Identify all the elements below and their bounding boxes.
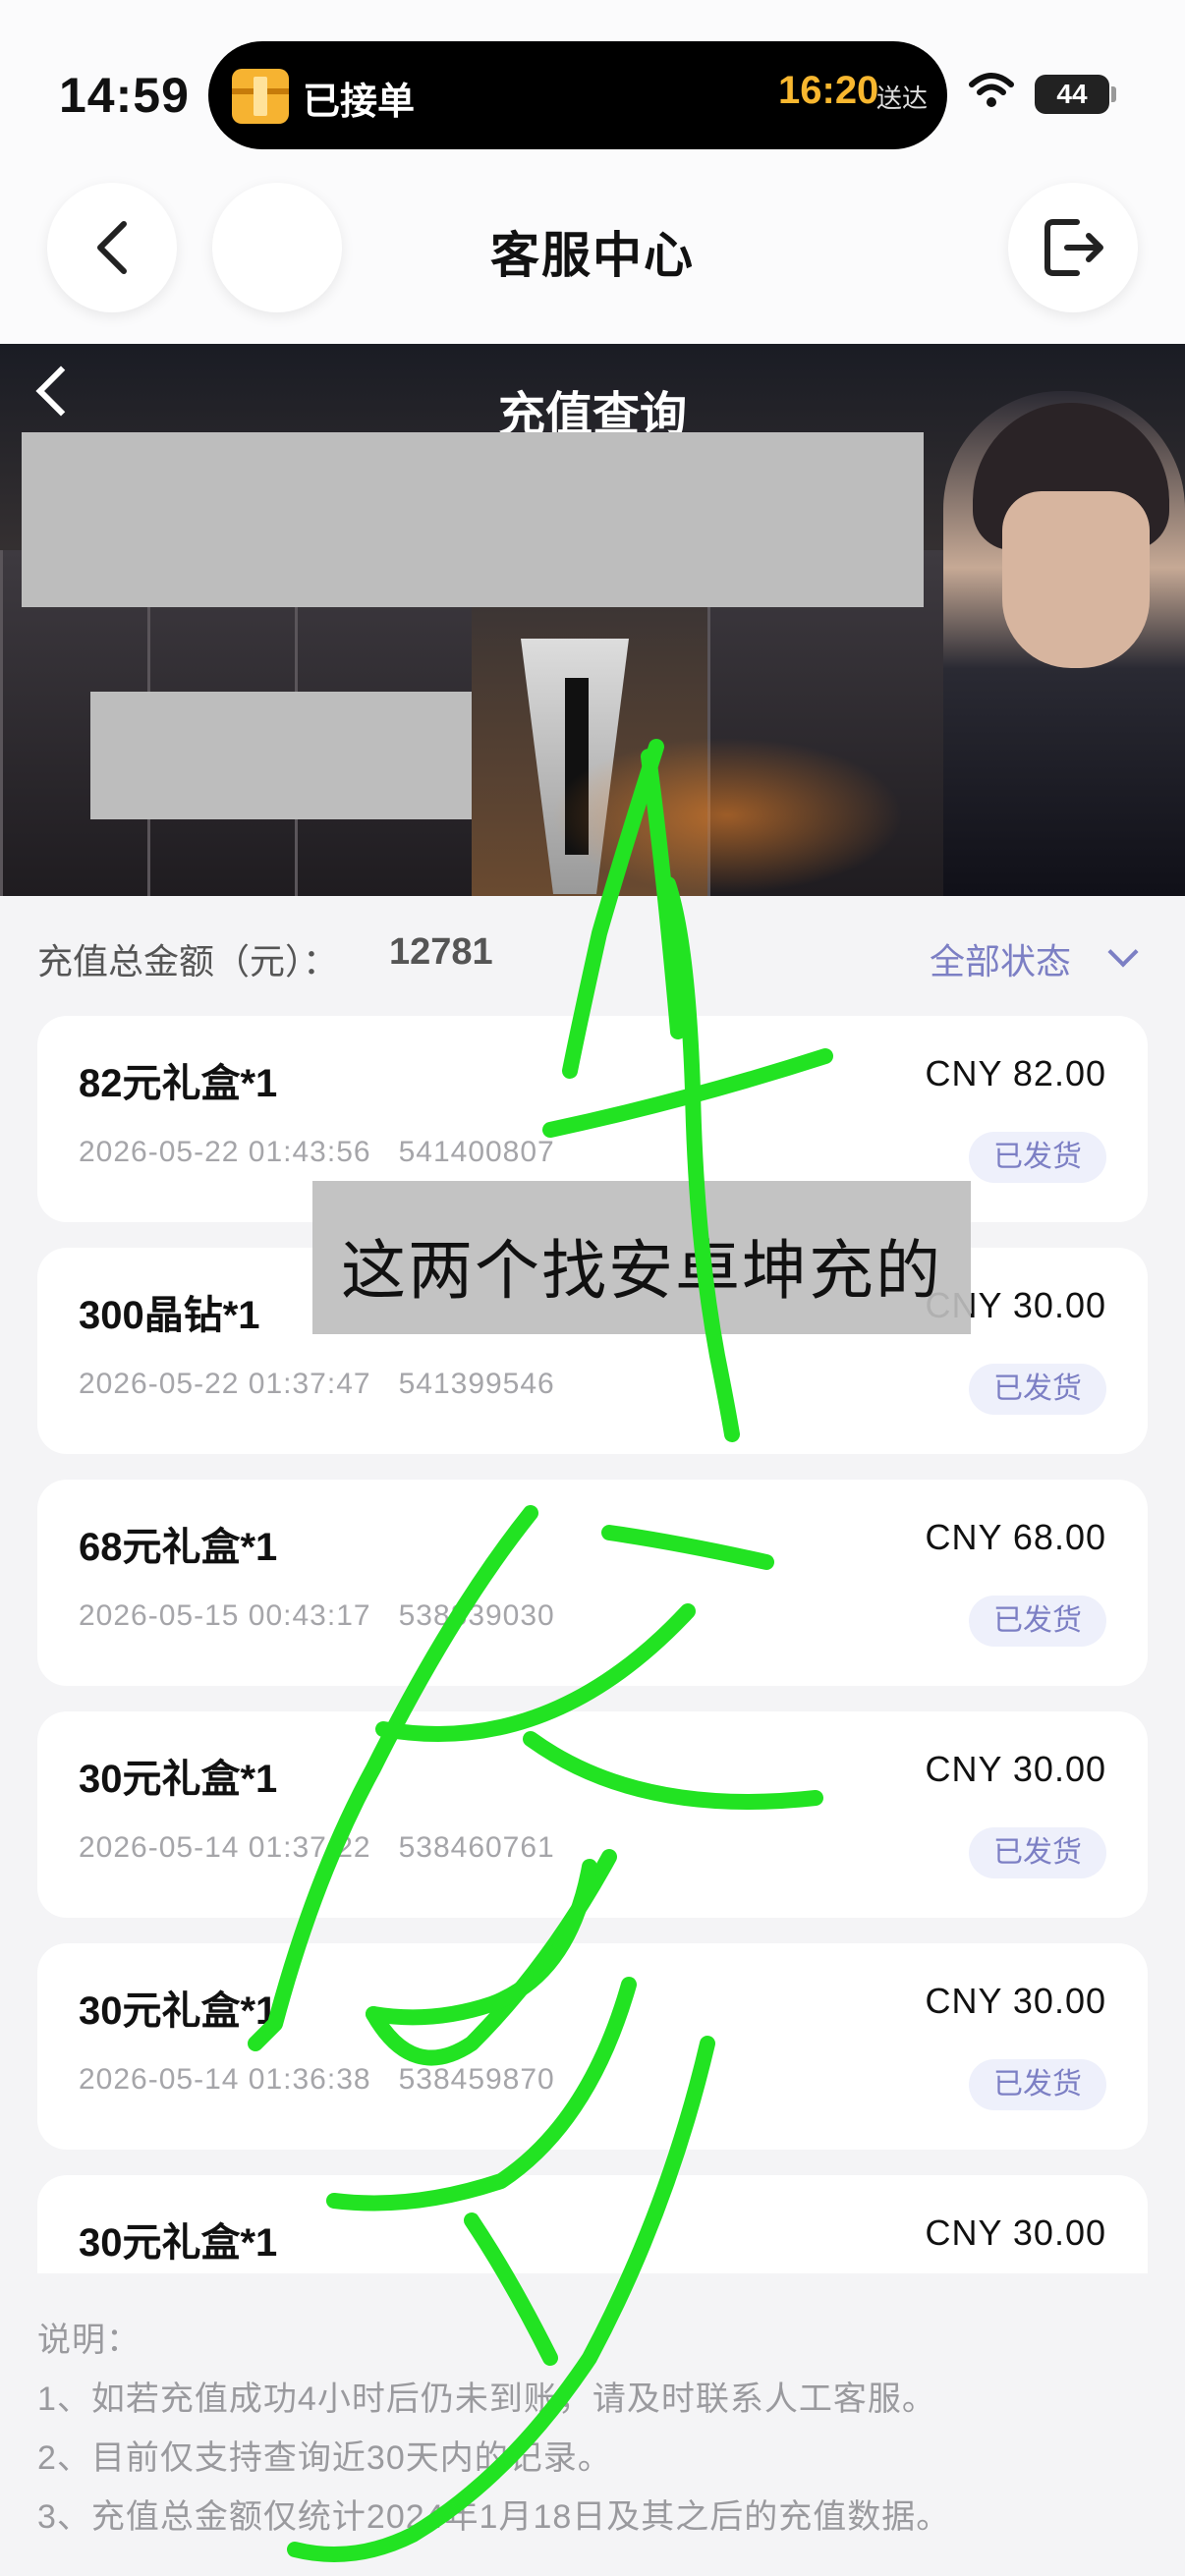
order-meta: 2026-05-22 01:37:47 541399546 (79, 1368, 555, 1400)
status-badge: 已发货 (969, 1364, 1106, 1415)
order-title: 30元礼盒*1 (79, 1989, 278, 2033)
note-line: 2、目前仅支持查询近30天内的记录。 (37, 2439, 612, 2477)
notes-section: 说明： 1、如若充值成功4小时后仍未到账，请及时联系人工客服。 2、目前仅支持查… (0, 2273, 1185, 2576)
status-badge: 已发货 (969, 1827, 1106, 1878)
order-meta: 2026-05-22 01:43:56 541400807 (79, 1136, 555, 1168)
battery-tip (1111, 86, 1116, 102)
redaction-block (90, 692, 472, 819)
order-title: 68元礼盒*1 (79, 1526, 278, 1569)
order-meta: 2026-05-14 01:36:38 538459870 (79, 2063, 555, 2096)
caption-annotation: 这两个找安卓坤充的 (312, 1181, 971, 1334)
order-amount: CNY 30.00 (925, 1981, 1106, 2021)
banner-character-face (1002, 491, 1150, 668)
status-filter-dropdown[interactable]: 全部状态 (930, 933, 1071, 984)
status-time: 14:59 (59, 68, 190, 123)
caption-text: 这两个找安卓坤充的 (341, 1234, 942, 1307)
redaction-block (22, 432, 924, 607)
status-bar: 14:59 已接单 16:20 送达 44 (0, 0, 1185, 167)
order-title: 30元礼盒*1 (79, 1758, 278, 1801)
notes-heading: 说明： (37, 2322, 141, 2359)
order-meta: 2026-05-14 01:37:22 538460761 (79, 1831, 555, 1864)
order-card[interactable]: 30元礼盒*1 CNY 30.00 2026-05-14 01:37:22 53… (37, 1711, 1148, 1918)
island-eta-time: 16:20 (778, 69, 879, 112)
status-badge: 已发货 (969, 2059, 1106, 2110)
note-line: 1、如若充值成功4小时后仍未到账，请及时联系人工客服。 (37, 2380, 936, 2418)
banner-glow (550, 737, 904, 894)
note-line: 3、充值总金额仅统计2024年1月18日及其之后的充值数据。 (37, 2498, 951, 2536)
order-amount: CNY 30.00 (925, 1749, 1106, 1789)
wifi-icon (969, 73, 1014, 107)
order-card[interactable]: 30元礼盒*1 CNY 30.00 2026-05-14 01:36:38 53… (37, 1943, 1148, 2150)
order-title: 30元礼盒*1 (79, 2221, 278, 2265)
total-amount-label: 充值总金额（元）： (37, 941, 339, 981)
recharge-summary: 充值总金额（元）： 12781 全部状态 (0, 896, 1185, 1014)
battery-icon: 44 (1035, 75, 1109, 114)
dynamic-island[interactable]: 已接单 16:20 送达 (208, 41, 947, 149)
order-meta: 2026-05-15 00:43:17 538839030 (79, 1599, 555, 1632)
order-card[interactable]: 30元礼盒*1 CNY 30.00 (37, 2175, 1148, 2273)
island-label: 已接单 (303, 82, 416, 123)
nav-bar: 客服中心 (0, 167, 1185, 344)
exit-icon (1044, 219, 1103, 276)
order-amount: CNY 82.00 (925, 1053, 1106, 1093)
order-title: 82元礼盒*1 (79, 1062, 278, 1105)
island-eta-suffix: 送达 (876, 84, 929, 113)
order-card[interactable]: 68元礼盒*1 CNY 68.00 2026-05-15 00:43:17 53… (37, 1480, 1148, 1686)
recharge-banner: 充值查询 (0, 344, 1185, 896)
order-amount: CNY 68.00 (925, 1517, 1106, 1557)
order-title: 300晶钻*1 (79, 1294, 260, 1337)
exit-button[interactable] (1008, 183, 1138, 312)
status-badge: 已发货 (969, 1132, 1106, 1183)
status-badge: 已发货 (969, 1596, 1106, 1647)
delivery-box-icon (232, 69, 289, 124)
order-amount: CNY 30.00 (925, 2212, 1106, 2253)
chevron-down-icon[interactable] (1107, 936, 1139, 968)
total-amount-value: 12781 (389, 931, 493, 973)
